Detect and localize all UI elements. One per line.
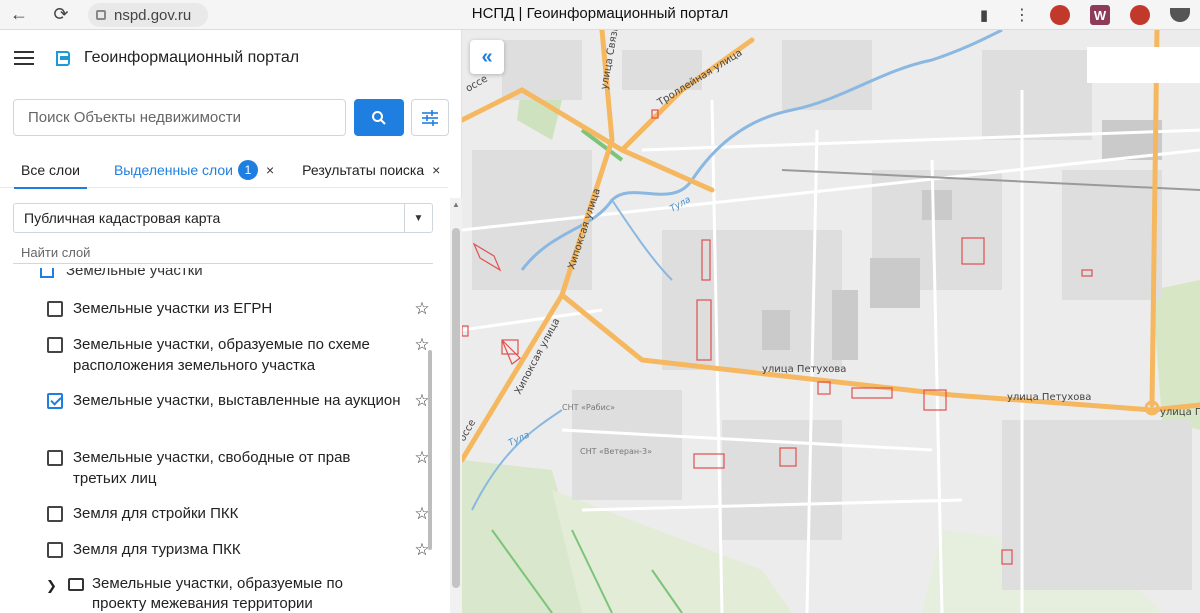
street-label: улица Петухова xyxy=(1007,392,1091,403)
bookmark-icon[interactable]: ▮ xyxy=(964,0,1004,30)
map-view[interactable]: Троллейная улица улица Связистов Хипокса… xyxy=(462,30,1200,613)
selected-count-badge: 1 xyxy=(237,159,258,180)
river-label: Тула xyxy=(507,430,531,448)
filter-sliders-icon xyxy=(422,109,438,126)
close-icon[interactable]: × xyxy=(266,162,274,178)
tab-selected-label: Выделенные слои xyxy=(113,161,233,178)
tab-selected-layers[interactable]: Выделенные слои 1 × xyxy=(114,152,274,188)
sidebar-scrollbar[interactable]: ▲ xyxy=(450,198,462,613)
kebab-menu-icon[interactable]: ⋮ xyxy=(1004,0,1040,30)
collapse-panel-button[interactable]: « xyxy=(470,40,504,74)
folder-label: Земельные участки, образуемые по проекту… xyxy=(92,575,343,612)
tab-search-results[interactable]: Результаты поиска × xyxy=(302,152,440,188)
close-icon[interactable]: × xyxy=(432,162,440,178)
map-canvas[interactable]: Троллейная улица улица Связистов Хипокса… xyxy=(462,30,1200,613)
hamburger-menu-icon[interactable] xyxy=(14,51,34,65)
layer-tabs: Все слои Выделенные слои 1 × Результаты … xyxy=(0,152,448,189)
search-input[interactable] xyxy=(13,99,346,136)
address-bar[interactable]: nspd.gov.ru xyxy=(88,3,208,27)
layer-set-select[interactable]: Публичная кадастровая карта ▼ xyxy=(13,203,433,233)
portal-logo-icon xyxy=(56,51,70,66)
layer-label: Земельные участки, свободные от прав тре… xyxy=(73,449,351,487)
layer-label: Земельные участки, выставленные на аукци… xyxy=(73,392,401,409)
layer-item[interactable]: Земельные участки из ЕГРН ☆ xyxy=(47,298,432,319)
layer-item[interactable]: Земельные участки, свободные от прав тре… xyxy=(47,447,432,489)
layer-item[interactable]: Земельные участки, образуемые по схеме р… xyxy=(47,334,432,376)
layer-label: Земельные участки, образуемые по схеме р… xyxy=(73,336,370,374)
sidebar: Геоинформационный портал Все слои Выделе… xyxy=(0,30,462,613)
extension-1-icon[interactable] xyxy=(1040,0,1080,30)
layer-label: Земля для туризма ПКК xyxy=(73,541,241,558)
tab-all-layers[interactable]: Все слои xyxy=(14,152,87,189)
scroll-up-icon[interactable]: ▲ xyxy=(450,200,462,209)
layer-group-label: Земельные участки xyxy=(66,268,203,279)
checkbox[interactable] xyxy=(47,450,63,466)
profile-icon[interactable] xyxy=(1160,0,1200,30)
list-scrollbar[interactable] xyxy=(428,350,432,550)
folder-icon xyxy=(68,578,84,591)
scroll-thumb[interactable] xyxy=(452,228,460,588)
checkbox[interactable] xyxy=(47,506,63,522)
tab-results-label: Результаты поиска xyxy=(302,161,425,178)
url-text: nspd.gov.ru xyxy=(114,6,192,24)
layer-list: Земельные участки Земельные участки из Е… xyxy=(0,268,440,613)
layer-item[interactable]: Земля для туризма ПКК ☆ xyxy=(47,539,432,560)
layer-item[interactable]: Земельные участки, выставленные на аукци… xyxy=(47,390,432,411)
lock-icon xyxy=(96,10,106,20)
extension-w-icon[interactable]: W xyxy=(1080,0,1120,30)
street-label: улица Пе xyxy=(1160,407,1200,418)
search-icon xyxy=(372,110,386,125)
reload-icon[interactable]: ⟳ xyxy=(46,0,76,30)
caret-down-icon[interactable]: ▼ xyxy=(404,204,432,232)
street-label: оссе xyxy=(464,73,490,94)
chevron-right-icon[interactable]: ❯ xyxy=(46,576,60,596)
river-label: Тула xyxy=(669,195,693,215)
checkbox[interactable] xyxy=(40,268,54,278)
layer-item[interactable]: Земля для стройки ПКК ☆ xyxy=(47,503,432,524)
map-overlay-panel xyxy=(1087,47,1200,83)
filter-button[interactable] xyxy=(411,99,449,136)
search-button[interactable] xyxy=(354,99,404,136)
app-header: Геоинформационный портал xyxy=(0,30,461,86)
snt-label: СНТ «Рабис» xyxy=(562,403,615,412)
street-label: Хипоксая улица xyxy=(513,317,562,397)
layer-folder[interactable]: ❯ Земельные участки, образуемые по проек… xyxy=(46,574,392,613)
layer-label: Земельные участки из ЕГРН xyxy=(73,300,273,317)
checkbox[interactable] xyxy=(47,301,63,317)
layer-label: Земля для стройки ПКК xyxy=(73,505,239,522)
layer-group-land[interactable]: Земельные участки xyxy=(40,268,203,279)
find-layer-input[interactable]: Найти слой xyxy=(13,240,433,264)
checkbox-checked[interactable] xyxy=(47,393,63,409)
layer-set-value: Публичная кадастровая карта xyxy=(24,210,221,226)
arrow-left-icon[interactable]: ← xyxy=(4,0,34,30)
star-icon[interactable]: ☆ xyxy=(412,298,432,319)
extension-2-icon[interactable] xyxy=(1120,0,1160,30)
street-label: улица Петухова xyxy=(762,364,846,375)
app-title: Геоинформационный портал xyxy=(84,49,300,66)
browser-toolbar: ← ⟳ nspd.gov.ru НСПД | Геоинформационный… xyxy=(0,0,1200,30)
checkbox[interactable] xyxy=(47,337,63,353)
tab-all-label: Все слои xyxy=(21,161,80,178)
checkbox[interactable] xyxy=(47,542,63,558)
snt-label: СНТ «Ветеран-3» xyxy=(580,447,652,456)
